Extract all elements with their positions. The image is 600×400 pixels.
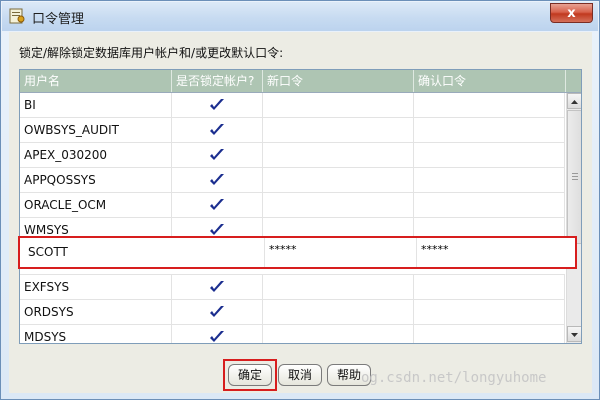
username-cell: APPQOSSYS: [20, 168, 172, 192]
lock-checkbox[interactable]: [172, 168, 263, 192]
lock-checkbox[interactable]: [172, 193, 263, 217]
grip-line: [572, 173, 578, 174]
app-icon: [9, 8, 25, 24]
confirm-password-cell[interactable]: [414, 143, 565, 167]
cancel-button[interactable]: 取消: [278, 364, 322, 386]
confirm-password-cell[interactable]: [414, 93, 565, 117]
watermark-text: og.csdn.net/longyuhome: [361, 370, 547, 386]
checkmark-icon: [210, 124, 224, 135]
instruction-text: 锁定/解除锁定数据库用户帐户和/或更改默认口令:: [19, 46, 284, 60]
new-password-cell[interactable]: [263, 300, 414, 324]
table-row[interactable]: ORDSYS: [20, 300, 565, 325]
close-button[interactable]: x: [550, 3, 593, 23]
username-cell: OWBSYS_AUDIT: [20, 118, 172, 142]
table-header: 用户名 是否锁定帐户? 新口令 确认口令: [20, 70, 581, 93]
confirm-password-cell[interactable]: [414, 193, 565, 217]
checkmark-icon: [210, 174, 224, 185]
new-password-cell[interactable]: [263, 118, 414, 142]
table-body: BI OWBSYS_AUDIT APEX_030200 APPQOSSYS OR…: [20, 93, 565, 343]
checkmark-icon: [210, 281, 224, 292]
username-cell: ORACLE_OCM: [20, 193, 172, 217]
table-row[interactable]: OWBSYS_AUDIT: [20, 118, 565, 143]
lock-checkbox[interactable]: [172, 93, 263, 117]
username-cell: APEX_030200: [20, 143, 172, 167]
table-row[interactable]: MDSYS: [20, 325, 565, 343]
arrow-up-icon: [571, 100, 578, 104]
new-password-cell[interactable]: [263, 325, 414, 343]
column-header-locked[interactable]: 是否锁定帐户?: [172, 70, 263, 92]
confirm-password-cell[interactable]: [414, 275, 565, 299]
lock-checkbox[interactable]: [172, 275, 263, 299]
password-management-dialog: 口令管理 x 锁定/解除锁定数据库用户帐户和/或更改默认口令: 用户名 是否锁定…: [0, 0, 600, 400]
lock-checkbox[interactable]: [172, 143, 263, 167]
checkmark-icon: [210, 331, 224, 342]
vertical-scrollbar[interactable]: [566, 93, 581, 343]
table-row[interactable]: EXFSYS: [20, 275, 565, 300]
table-row[interactable]: BI: [20, 93, 565, 118]
username-cell: BI: [20, 93, 172, 117]
new-password-cell[interactable]: [263, 93, 414, 117]
checkmark-icon: [210, 99, 224, 110]
table-row[interactable]: APPQOSSYS: [20, 168, 565, 193]
username-cell: MDSYS: [20, 325, 172, 343]
new-password-cell[interactable]: [263, 143, 414, 167]
dialog-body: 锁定/解除锁定数据库用户帐户和/或更改默认口令: 用户名 是否锁定帐户? 新口令…: [9, 32, 592, 393]
scroll-thumb[interactable]: [567, 110, 581, 244]
confirm-password-cell[interactable]: [414, 300, 565, 324]
grip-line: [572, 179, 578, 180]
column-header-new-password[interactable]: 新口令: [263, 70, 414, 92]
scott-row-highlight[interactable]: SCOTT ***** *****: [18, 236, 577, 269]
table-row[interactable]: ORACLE_OCM: [20, 193, 565, 218]
confirm-password-cell[interactable]: [414, 118, 565, 142]
checkmark-icon: [210, 306, 224, 317]
window-title: 口令管理: [32, 12, 85, 27]
checkmark-icon: [210, 149, 224, 160]
lock-checkbox[interactable]: [172, 325, 263, 343]
checkmark-icon: [210, 224, 224, 235]
username-cell: EXFSYS: [20, 275, 172, 299]
new-password-cell[interactable]: [263, 275, 414, 299]
scroll-up-button[interactable]: [567, 93, 581, 109]
grip-line: [572, 176, 578, 177]
ok-button[interactable]: 确定: [228, 364, 272, 386]
arrow-down-icon: [571, 333, 578, 337]
confirm-password-cell[interactable]: [414, 325, 565, 343]
username-cell: ORDSYS: [20, 300, 172, 324]
column-header-username[interactable]: 用户名: [20, 70, 172, 92]
table-row[interactable]: APEX_030200: [20, 143, 565, 168]
title-bar[interactable]: 口令管理 x: [2, 2, 598, 31]
new-password-input[interactable]: *****: [264, 238, 416, 267]
new-password-cell[interactable]: [263, 168, 414, 192]
column-header-confirm-password[interactable]: 确认口令: [414, 70, 566, 92]
lock-checkbox[interactable]: [172, 118, 263, 142]
confirm-password-input[interactable]: *****: [416, 238, 575, 267]
new-password-cell[interactable]: [263, 193, 414, 217]
user-accounts-table: 用户名 是否锁定帐户? 新口令 确认口令 BI OWBSYS_AUDIT APE…: [19, 69, 582, 344]
confirm-password-cell[interactable]: [414, 168, 565, 192]
scroll-down-button[interactable]: [567, 326, 581, 342]
username-cell: SCOTT: [28, 245, 68, 259]
lock-checkbox[interactable]: [172, 300, 263, 324]
checkmark-icon: [210, 199, 224, 210]
